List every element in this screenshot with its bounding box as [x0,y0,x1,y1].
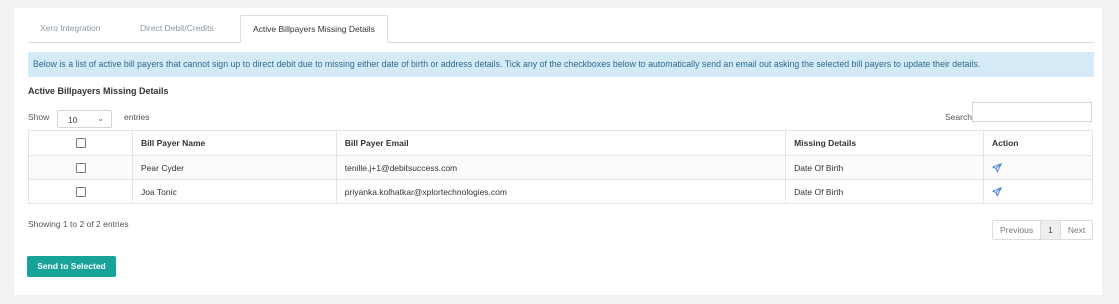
cell-name: Joa Tonic [132,179,337,204]
section-title: Active Billpayers Missing Details [28,86,169,96]
send-icon[interactable] [992,187,1002,197]
table-row: Joa Tonic priyanka.kolhatkar@xplortechno… [28,179,1093,204]
tab-active-billpayers-missing-details[interactable]: Active Billpayers Missing Details [240,15,388,43]
pagination-page-1[interactable]: 1 [1041,221,1061,239]
entries-select-value: 10 [68,115,78,125]
main-panel: Xero Integration Direct Debit/Credits Ac… [14,8,1102,295]
search-label: Search: [945,112,975,122]
column-header-action: Action [983,130,1093,156]
pagination-next[interactable]: Next [1061,221,1092,239]
cell-action [983,179,1093,204]
row-checkbox[interactable] [75,186,86,197]
table-row: Pear Cyder tenille.j+1@debitsuccess.com … [28,155,1093,180]
cell-name: Pear Cyder [132,155,337,180]
send-to-selected-button[interactable]: Send to Selected [27,256,116,277]
select-all-cell [28,130,133,156]
billpayers-table: Bill Payer Name Bill Payer Email Missing… [28,130,1093,204]
column-header-missing-details[interactable]: Missing Details [785,130,985,156]
cell-email: tenille.j+1@debitsuccess.com [335,155,787,180]
entries-label: entries [124,112,150,122]
search-input[interactable] [972,102,1092,122]
cell-missing-details: Date Of Birth [785,179,985,204]
row-checkbox-cell [28,155,133,180]
pagination-previous[interactable]: Previous [993,221,1042,239]
chevron-down-icon: ⌄ [97,114,104,123]
pagination: Previous 1 Next [992,220,1094,240]
row-checkbox[interactable] [75,162,86,173]
info-alert: Below is a list of active bill payers th… [28,52,1094,77]
cell-missing-details: Date Of Birth [785,155,985,180]
cell-email: priyanka.kolhatkar@xplortechnologies.com [335,179,787,204]
cell-action [983,155,1093,180]
table-info: Showing 1 to 2 of 2 entries [28,219,129,229]
tab-direct-debit-credits[interactable]: Direct Debit/Credits [128,15,240,42]
row-checkbox-cell [28,179,133,204]
send-icon[interactable] [992,163,1002,173]
column-header-email[interactable]: Bill Payer Email [335,130,787,156]
tab-bar: Xero Integration Direct Debit/Credits Ac… [28,15,1094,43]
show-label: Show [28,112,50,122]
tab-xero-integration[interactable]: Xero Integration [28,15,126,42]
table-header-row: Bill Payer Name Bill Payer Email Missing… [28,130,1093,156]
select-all-checkbox[interactable] [75,138,86,149]
entries-select[interactable]: 10 ⌄ [57,110,112,128]
column-header-name[interactable]: Bill Payer Name [132,130,337,156]
